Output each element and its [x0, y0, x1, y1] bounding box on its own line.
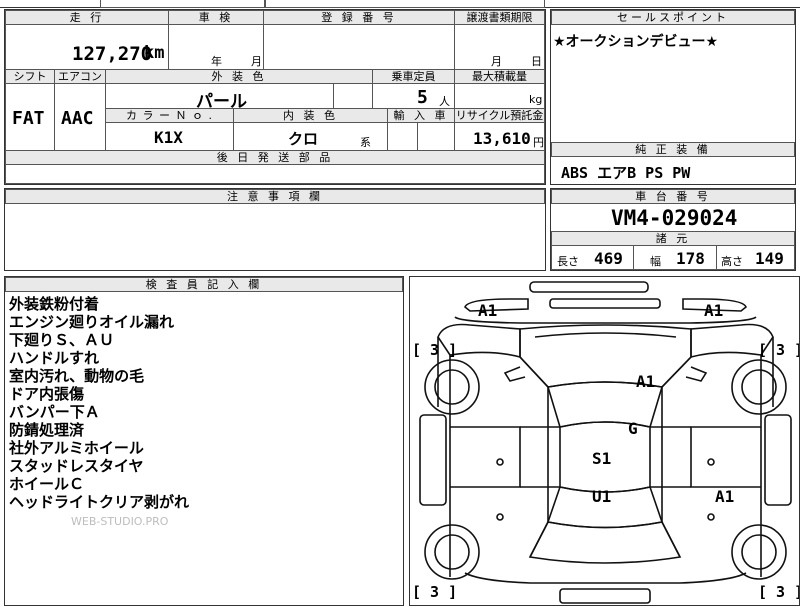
color-no-header: カ ラ ー Ｎ ｏ . — [105, 108, 234, 123]
top-strip — [0, 0, 800, 8]
transfer-docs-header: 譲渡書類期限 — [454, 10, 545, 25]
capacity-cell: 5 人 — [372, 83, 455, 109]
interior-color-value: クロ — [288, 130, 319, 148]
mileage-unit: km — [144, 43, 165, 63]
standard-equipment-header: 純 正 装 備 — [551, 142, 795, 157]
mark-front-right: A1 — [704, 301, 724, 320]
width-label: 幅 — [650, 255, 661, 268]
mileage-header: 走 行 — [5, 10, 169, 25]
shift-header: シフト — [5, 69, 55, 84]
mark-hood: A1 — [636, 372, 656, 391]
chassis-header: 車 台 番 号 — [551, 189, 795, 204]
capacity-header: 乗車定員 — [372, 69, 455, 84]
max-load-header: 最大積載量 — [454, 69, 545, 84]
max-load-cell: kg — [454, 83, 545, 109]
interior-color-unit: 系 — [360, 136, 371, 149]
mark-front-left: A1 — [478, 301, 498, 320]
exterior-color-cell: パール — [105, 83, 334, 112]
import-cell — [387, 122, 418, 151]
mileage-cell: 127,270 km — [5, 24, 169, 70]
inspection-cell: 年 月 — [168, 24, 264, 70]
capacity-value: 5 — [417, 87, 428, 108]
interior-color-cell: クロ 系 — [233, 122, 388, 151]
chassis-value: VM4-029024 — [611, 206, 738, 230]
aircon-header: エアコン — [54, 69, 106, 84]
inspector-note-item: ハンドルすれ — [9, 349, 100, 367]
inspection-year-unit: 年 — [211, 55, 222, 68]
shift-value: FAT — [12, 108, 45, 129]
inspector-note-item: 室内汚れ、動物の毛 — [9, 367, 145, 385]
tire-label-rear-left: [ 3 ] — [412, 583, 458, 601]
tire-label-front-left: [ 3 ] — [412, 341, 458, 359]
dimension-length-cell: 長さ 469 — [551, 245, 634, 270]
inspector-note-item: 防錆処理済 — [9, 421, 85, 439]
later-parts-header: 後 日 発 送 部 品 — [5, 150, 545, 165]
later-parts-cell — [5, 164, 545, 184]
aircon-value: AAC — [61, 108, 94, 129]
recycle-fee-value: 13,610 — [473, 129, 531, 148]
max-load-unit: kg — [529, 93, 543, 106]
width-value: 178 — [676, 249, 705, 268]
sales-point-box: セールスポイント ★オークションデビュー★ 純 正 装 備 ABS エアB PS… — [550, 9, 796, 185]
top-strip-cell — [100, 0, 265, 8]
inspector-note-item: 社外アルミホイール — [9, 439, 144, 457]
notes-box: 注 意 事 項 欄 — [4, 188, 546, 271]
transfer-day-unit: 日 — [531, 55, 542, 68]
chassis-box: 車 台 番 号 VM4-029024 諸 元 長さ 469 幅 178 高さ 1… — [550, 188, 796, 271]
registration-cell — [263, 24, 455, 70]
exterior-color-extra — [333, 83, 373, 109]
recycle-fee-unit: 円 — [533, 136, 544, 149]
mark-right-rear: A1 — [715, 487, 735, 506]
inspector-note-item: ホイールＣ — [9, 475, 85, 493]
top-strip-cell-2 — [265, 0, 545, 8]
inspector-note-item: バンパー下Ａ — [9, 403, 100, 421]
dimensions-header: 諸 元 — [551, 231, 795, 246]
import-header: 輸 入 車 — [387, 108, 455, 123]
car-diagram — [419, 281, 792, 604]
mileage-value: 127,270 — [72, 43, 153, 65]
transfer-month-unit: 月 — [491, 55, 502, 68]
inspector-note-item: 外装鉄粉付着 — [9, 295, 100, 313]
length-label: 長さ — [557, 255, 579, 268]
height-label: 高さ — [721, 255, 743, 268]
length-value: 469 — [594, 249, 623, 268]
color-no-cell: K1X — [105, 122, 234, 151]
standard-equipment-value: ABS エアB PS PW — [561, 164, 691, 182]
capacity-unit: 人 — [439, 95, 450, 108]
color-no-value: K1X — [154, 128, 183, 147]
mark-windshield: G — [628, 419, 638, 438]
mark-roof: S1 — [592, 449, 612, 468]
inspection-header: 車 検 — [168, 10, 264, 25]
shift-cell: FAT — [5, 83, 55, 151]
inspector-notes-header: 検 査 員 記 入 欄 — [5, 277, 403, 292]
dimension-height-cell: 高さ 149 — [716, 245, 795, 270]
inspector-note-item: ドア内張傷 — [9, 385, 85, 403]
exterior-color-header: 外 装 色 — [105, 69, 373, 84]
recycle-fee-cell: 13,610 円 — [454, 122, 545, 151]
recycle-fee-header: リサイクル預託金 — [454, 108, 545, 123]
inspector-note-item: スタッドレスタイヤ — [9, 457, 144, 475]
inspector-note-item: 下廻りＳ、ＡＵ — [9, 331, 115, 349]
inspector-note-item: エンジン廻りオイル漏れ — [9, 313, 175, 331]
info-table: 走 行 車 検 登 録 番 号 譲渡書類期限 127,270 km 年 月 月 … — [4, 9, 546, 185]
sales-point-text: ★オークションデビュー★ — [553, 34, 719, 50]
sales-point-header: セールスポイント — [551, 10, 795, 25]
mark-rear-glass: U1 — [592, 487, 612, 506]
tire-label-front-right: [ 3 ] — [758, 341, 800, 359]
import-cell-2 — [417, 122, 455, 151]
height-value: 149 — [755, 249, 784, 268]
transfer-docs-cell: 月 日 — [454, 24, 545, 70]
tire-label-rear-right: [ 3 ] — [758, 583, 800, 601]
registration-header: 登 録 番 号 — [263, 10, 455, 25]
notes-header: 注 意 事 項 欄 — [5, 189, 545, 204]
inspector-notes-box: 検 査 員 記 入 欄 外装鉄粉付着 エンジン廻りオイル漏れ 下廻りＳ、ＡＵ ハ… — [4, 276, 404, 606]
inspection-month-unit: 月 — [251, 55, 262, 68]
inspector-notes-list: 外装鉄粉付着 エンジン廻りオイル漏れ 下廻りＳ、ＡＵ ハンドルすれ 室内汚れ、動… — [9, 295, 189, 511]
car-diagram-box: A1 A1 A1 G S1 U1 A1 [ 3 ] [ 3 ] [ 3 ] [ … — [409, 276, 800, 606]
dimension-width-cell: 幅 178 — [633, 245, 717, 270]
interior-color-header: 内 装 色 — [233, 108, 388, 123]
inspector-note-item: ヘッドライトクリア剥がれ — [9, 493, 190, 511]
watermark: WEB-STUDIO.PRO — [71, 515, 169, 528]
aircon-cell: AAC — [54, 83, 106, 151]
